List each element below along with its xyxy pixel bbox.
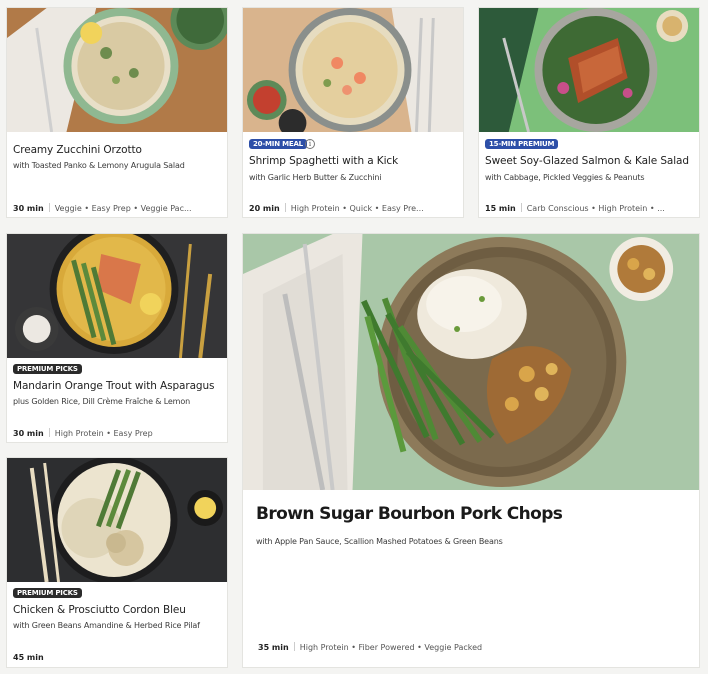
recipe-image bbox=[479, 8, 699, 132]
recipe-meta: 30 min Veggie • Easy Prep • Veggie Pac... bbox=[13, 203, 219, 213]
recipe-card[interactable]: 15-MIN PREMIUM Sweet Soy-Glazed Salmon &… bbox=[478, 7, 700, 218]
recipe-title[interactable]: Shrimp Spaghetti with a Kick bbox=[249, 155, 398, 167]
featured-recipe-card[interactable]: Brown Sugar Bourbon Pork Chops with Appl… bbox=[242, 233, 700, 668]
recipe-meta: 30 min High Protein • Easy Prep bbox=[13, 428, 219, 438]
recipe-title[interactable]: Creamy Zucchini Orzotto bbox=[13, 144, 142, 156]
recipe-meta: 20 min High Protein • Quick • Easy Pre... bbox=[249, 203, 455, 213]
recipe-badge: PREMIUM PICKS bbox=[13, 588, 82, 598]
recipe-card[interactable]: Creamy Zucchini Orzotto with Toasted Pan… bbox=[6, 7, 228, 218]
recipe-badge: 15-MIN PREMIUM bbox=[485, 139, 559, 149]
cook-time: 30 min bbox=[13, 204, 44, 213]
recipe-subtitle: with Toasted Panko & Lemony Arugula Sala… bbox=[13, 161, 185, 170]
cook-time: 20 min bbox=[249, 204, 280, 213]
recipe-meta: 35 min High Protein • Fiber Powered • Veg… bbox=[258, 642, 691, 652]
cook-time: 45 min bbox=[13, 653, 44, 662]
cook-time: 30 min bbox=[13, 429, 44, 438]
recipe-card[interactable]: 20-MIN MEAL i Shrimp Spaghetti with a Ki… bbox=[242, 7, 464, 218]
recipe-title[interactable]: Brown Sugar Bourbon Pork Chops bbox=[256, 504, 563, 524]
cook-time: 35 min bbox=[258, 643, 289, 652]
recipe-meta: 15 min Carb Conscious • High Protein • ..… bbox=[485, 203, 691, 213]
recipe-tags: High Protein • Fiber Powered • Veggie Pa… bbox=[299, 643, 483, 652]
recipe-meta: 45 min bbox=[13, 653, 219, 662]
recipe-badge: PREMIUM PICKS bbox=[13, 364, 82, 374]
recipe-grid: Creamy Zucchini Orzotto with Toasted Pan… bbox=[0, 0, 708, 674]
recipe-image bbox=[7, 234, 227, 358]
recipe-subtitle: with Cabbage, Pickled Veggies & Peanuts bbox=[485, 173, 645, 182]
recipe-card[interactable]: PREMIUM PICKS Mandarin Orange Trout with… bbox=[6, 233, 228, 443]
recipe-subtitle: with Green Beans Amandine & Herbed Rice … bbox=[13, 621, 200, 630]
recipe-tags: High Protein • Quick • Easy Pre... bbox=[290, 204, 424, 213]
info-icon[interactable]: i bbox=[305, 139, 315, 149]
recipe-subtitle: with Apple Pan Sauce, Scallion Mashed Po… bbox=[256, 537, 503, 546]
recipe-tags: High Protein • Easy Prep bbox=[54, 429, 153, 438]
recipe-title[interactable]: Sweet Soy-Glazed Salmon & Kale Salad bbox=[485, 155, 689, 167]
recipe-tags: Carb Conscious • High Protein • ... bbox=[526, 204, 665, 213]
recipe-subtitle: plus Golden Rice, Dill Crème Fraîche & L… bbox=[13, 397, 190, 406]
recipe-card[interactable]: PREMIUM PICKS Chicken & Prosciutto Cordo… bbox=[6, 457, 228, 668]
recipe-image bbox=[7, 458, 227, 582]
cook-time: 15 min bbox=[485, 204, 516, 213]
recipe-image bbox=[243, 234, 699, 490]
recipe-title[interactable]: Chicken & Prosciutto Cordon Bleu bbox=[13, 604, 186, 616]
recipe-image bbox=[7, 8, 227, 132]
recipe-tags: Veggie • Easy Prep • Veggie Pac... bbox=[54, 204, 192, 213]
recipe-title[interactable]: Mandarin Orange Trout with Asparagus bbox=[13, 380, 215, 392]
recipe-image bbox=[243, 8, 463, 132]
recipe-badge: 20-MIN MEAL bbox=[249, 139, 307, 149]
recipe-subtitle: with Garlic Herb Butter & Zucchini bbox=[249, 173, 382, 182]
